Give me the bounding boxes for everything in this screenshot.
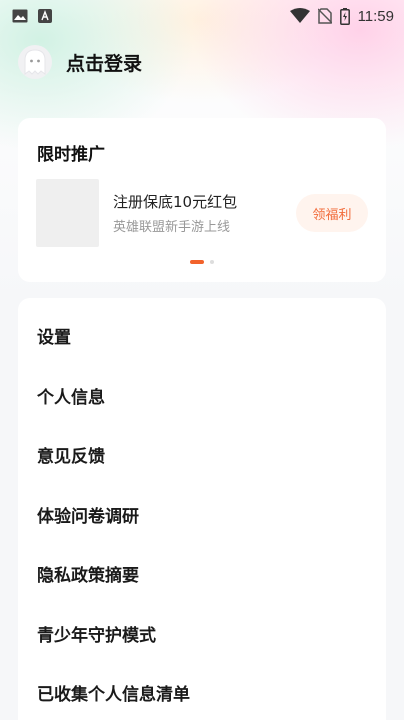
menu-item-survey[interactable]: 体验问卷调研: [18, 485, 386, 545]
status-bar: 11:59: [0, 0, 404, 32]
login-label[interactable]: 点击登录: [66, 49, 142, 76]
gallery-icon: [12, 9, 28, 23]
menu-item-collected-info-list[interactable]: 已收集个人信息清单: [18, 663, 386, 720]
promo-card: 限时推广 注册保底10元红包 英雄联盟新手游上线 领福利: [18, 118, 386, 282]
menu-item-settings[interactable]: 设置: [18, 306, 386, 366]
status-right: 11:59: [289, 7, 394, 25]
promo-title: 限时推广: [37, 145, 105, 165]
promo-name: 注册保底10元红包: [113, 193, 238, 211]
ghost-avatar-icon[interactable]: [18, 45, 52, 79]
promo-item[interactable]: 注册保底10元红包 英雄联盟新手游上线 领福利: [36, 179, 368, 247]
pager-dot-active[interactable]: [190, 260, 204, 264]
no-sim-icon: [317, 8, 332, 24]
status-left: [12, 9, 52, 23]
status-time: 11:59: [357, 7, 394, 25]
menu-item-youth-mode[interactable]: 青少年守护模式: [18, 604, 386, 664]
login-header[interactable]: 点击登录: [18, 42, 142, 82]
carousel-pager: [18, 260, 386, 264]
menu-item-privacy-summary[interactable]: 隐私政策摘要: [18, 544, 386, 604]
a-badge-icon: [38, 9, 52, 23]
wifi-icon: [289, 8, 310, 24]
promo-texts: 注册保底10元红包 英雄联盟新手游上线: [113, 191, 296, 235]
menu-item-feedback[interactable]: 意见反馈: [18, 425, 386, 485]
menu-card: 设置 个人信息 意见反馈 体验问卷调研 隐私政策摘要 青少年守护模式 已收集个人…: [18, 298, 386, 720]
claim-benefit-button[interactable]: 领福利: [296, 194, 368, 232]
battery-icon: [339, 7, 350, 25]
promo-description: 英雄联盟新手游上线: [113, 220, 231, 235]
promo-thumbnail[interactable]: [36, 179, 99, 247]
menu-item-personal-info[interactable]: 个人信息: [18, 366, 386, 426]
pager-dot[interactable]: [210, 260, 214, 264]
